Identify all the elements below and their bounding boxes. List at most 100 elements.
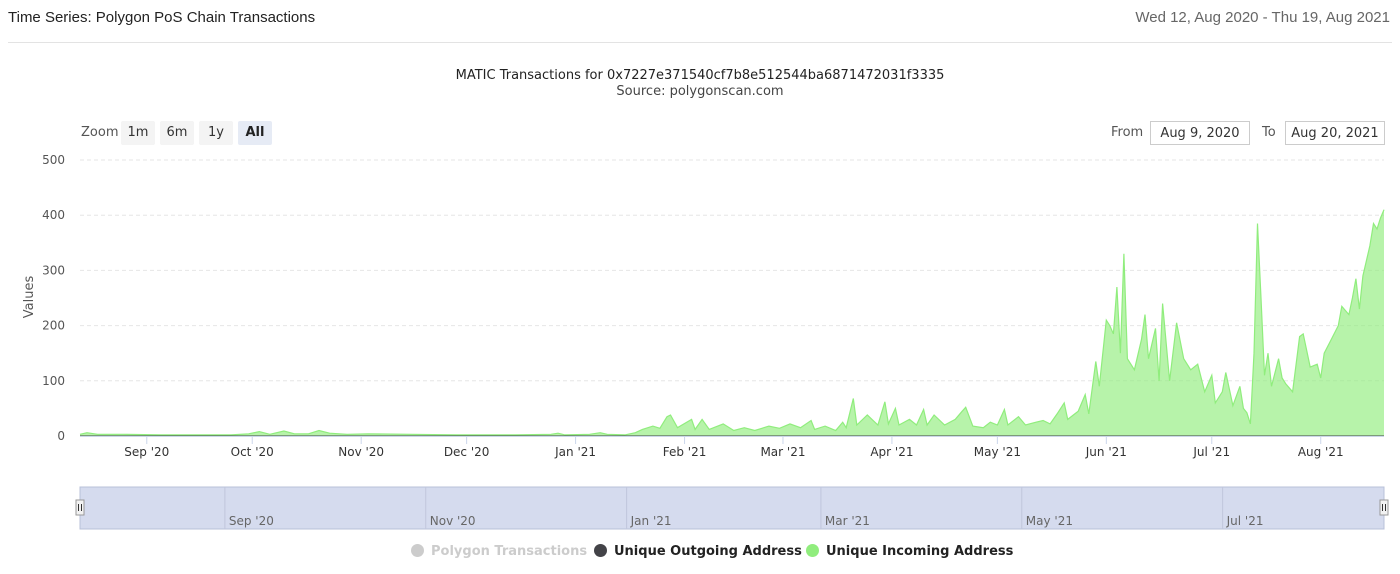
data-point	[1099, 386, 1100, 387]
data-point	[642, 429, 643, 430]
data-point	[955, 419, 956, 420]
data-point	[1303, 333, 1304, 334]
data-point	[1264, 375, 1265, 376]
data-point	[1239, 386, 1240, 387]
x-tick-label: Dec '20	[444, 445, 490, 459]
data-point	[846, 427, 847, 428]
data-point	[1243, 408, 1244, 409]
data-point	[814, 429, 815, 430]
legend-item-unique-outgoing-address[interactable]: Unique Outgoing Address	[594, 544, 802, 562]
data-point	[1169, 380, 1170, 381]
data-point	[1331, 339, 1332, 340]
zoom-6m-button[interactable]: 6m	[160, 121, 194, 145]
y-tick-label: 200	[42, 319, 65, 333]
y-tick-label: 0	[57, 429, 65, 443]
data-point	[1299, 336, 1300, 337]
data-point	[898, 424, 899, 425]
navigator-right-handle[interactable]	[1379, 499, 1389, 516]
data-point	[635, 432, 636, 433]
data-point	[1018, 416, 1019, 417]
data-point	[895, 408, 896, 409]
data-point	[231, 434, 232, 435]
data-point	[1064, 402, 1065, 403]
navigator-left-handle[interactable]	[75, 499, 85, 516]
data-point	[248, 433, 249, 434]
data-point	[811, 420, 812, 421]
data-point	[789, 423, 790, 424]
data-point	[1067, 419, 1068, 420]
data-point	[1271, 386, 1272, 387]
legend-item-polygon-transactions[interactable]: Polygon Transactions	[411, 544, 587, 562]
data-point	[1383, 209, 1384, 210]
data-point	[1043, 420, 1044, 421]
from-date-input[interactable]: Aug 9, 2020	[1150, 121, 1250, 145]
zoom-1y-button[interactable]: 1y	[199, 121, 233, 145]
legend-marker	[411, 544, 424, 557]
data-point	[624, 434, 625, 435]
data-point	[744, 427, 745, 428]
data-point	[877, 424, 878, 425]
data-point	[97, 434, 98, 435]
x-tick-label: Nov '20	[338, 445, 384, 459]
data-point	[1250, 423, 1251, 424]
data-point	[1155, 328, 1156, 329]
data-point	[659, 428, 660, 429]
y-tick-label: 500	[42, 153, 65, 167]
data-point	[1144, 314, 1145, 315]
data-point	[195, 434, 196, 435]
from-label: From	[1111, 125, 1144, 140]
data-point	[670, 414, 671, 415]
data-point	[1148, 358, 1149, 359]
x-tick-label: Apr '21	[870, 445, 913, 459]
data-point	[779, 428, 780, 429]
date-range-text: Wed 12, Aug 2020 - Thu 19, Aug 2021	[1135, 9, 1390, 26]
data-point	[1035, 422, 1036, 423]
data-point	[1253, 353, 1254, 354]
navigator-label: Jul '21	[1226, 514, 1264, 528]
data-point	[1225, 372, 1226, 373]
x-tick-label: Mar '21	[760, 445, 805, 459]
data-point	[723, 423, 724, 424]
data-point	[1341, 306, 1342, 307]
data-point	[1348, 314, 1349, 315]
data-point	[853, 398, 854, 399]
data-point	[86, 432, 87, 433]
grid-lines	[80, 159, 1384, 382]
x-tick-label: Aug '21	[1298, 445, 1344, 459]
data-point	[1292, 391, 1293, 392]
data-point	[1134, 369, 1135, 370]
data-point	[1317, 364, 1318, 365]
navigator[interactable]: Sep '20 Nov '20 Jan '21 Mar '21 May '21 Jul '…	[75, 486, 1389, 530]
legend-item-unique-incoming-address[interactable]: Unique Incoming Address	[806, 544, 1013, 562]
legend-label: Unique Incoming Address	[826, 544, 1014, 559]
data-point	[1352, 297, 1353, 298]
y-tick-label: 100	[42, 374, 65, 388]
data-point	[1204, 391, 1205, 392]
to-date-input[interactable]: Aug 20, 2021	[1285, 121, 1385, 145]
y-tick-label: 300	[42, 263, 65, 277]
data-point	[294, 433, 295, 434]
data-point	[1338, 325, 1339, 326]
zoom-label: Zoom	[81, 125, 119, 140]
data-point	[1383, 435, 1384, 436]
zoom-all-button[interactable]: All	[238, 121, 272, 145]
legend-label: Unique Outgoing Address	[614, 544, 802, 559]
data-point	[368, 433, 369, 434]
data-point	[550, 434, 551, 435]
data-point	[1369, 245, 1370, 246]
data-point	[691, 419, 692, 420]
data-point	[79, 435, 80, 436]
data-point	[1362, 275, 1363, 276]
data-point	[607, 434, 608, 435]
header-divider	[8, 42, 1392, 43]
data-point	[923, 409, 924, 410]
data-point	[1285, 383, 1286, 384]
data-point	[1320, 377, 1321, 378]
data-point	[934, 414, 935, 415]
zoom-1m-button[interactable]: 1m	[121, 121, 155, 145]
data-point	[1197, 364, 1198, 365]
data-point	[1380, 217, 1381, 218]
legend-marker	[806, 544, 819, 557]
data-point	[600, 432, 601, 433]
data-point	[1109, 325, 1110, 326]
